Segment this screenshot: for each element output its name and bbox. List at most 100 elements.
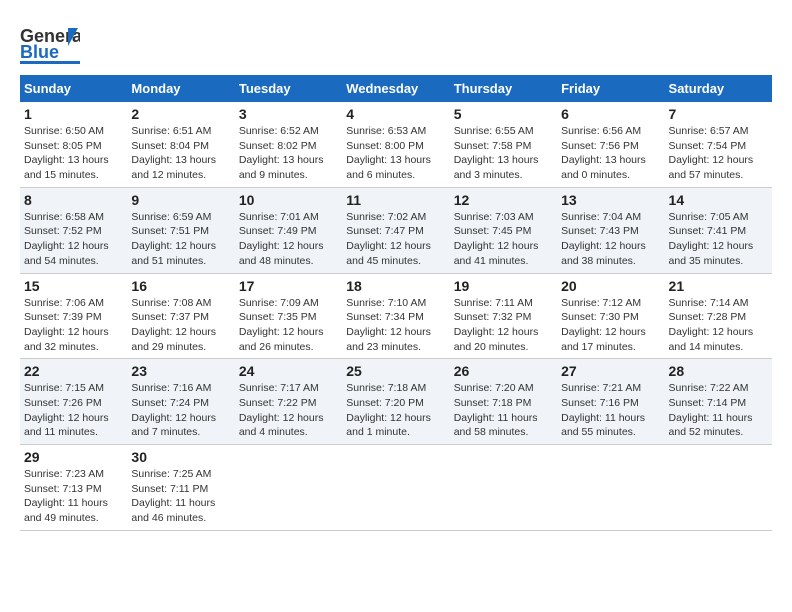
calendar-cell: 10 Sunrise: 7:01 AMSunset: 7:49 PMDayligh… bbox=[235, 187, 342, 273]
calendar-cell: 7 Sunrise: 6:57 AMSunset: 7:54 PMDaylight… bbox=[665, 102, 772, 187]
calendar-cell: 4Sunrise: 6:53 AMSunset: 8:00 PMDaylight… bbox=[342, 102, 449, 187]
calendar-cell: 22Sunrise: 7:15 AMSunset: 7:26 PMDayligh… bbox=[20, 359, 127, 445]
col-header-saturday: Saturday bbox=[665, 75, 772, 102]
calendar-cell: 18 Sunrise: 7:10 AMSunset: 7:34 PMDayligh… bbox=[342, 273, 449, 359]
calendar-cell: 19Sunrise: 7:11 AMSunset: 7:32 PMDayligh… bbox=[450, 273, 557, 359]
day-number: 3 bbox=[239, 106, 338, 122]
cell-details: Sunrise: 7:22 AMSunset: 7:14 PMDaylight:… bbox=[669, 381, 768, 440]
day-number: 15 bbox=[24, 278, 123, 294]
cell-details: Sunrise: 7:02 AMSunset: 7:47 PMDaylight:… bbox=[346, 210, 445, 269]
day-number: 8 bbox=[24, 192, 123, 208]
calendar-cell bbox=[557, 445, 664, 531]
cell-details: Sunrise: 6:51 AMSunset: 8:04 PMDaylight:… bbox=[131, 124, 230, 183]
calendar-cell: 9Sunrise: 6:59 AMSunset: 7:51 PMDaylight… bbox=[127, 187, 234, 273]
day-number: 29 bbox=[24, 449, 123, 465]
logo: General Blue bbox=[20, 20, 80, 65]
cell-details: Sunrise: 7:14 AMSunset: 7:28 PMDaylight:… bbox=[669, 296, 768, 355]
day-number: 25 bbox=[346, 363, 445, 379]
day-number: 1 bbox=[24, 106, 123, 122]
calendar-week-5: 29 Sunrise: 7:23 AMSunset: 7:13 PMDayligh… bbox=[20, 445, 772, 531]
calendar-cell: 8 Sunrise: 6:58 AMSunset: 7:52 PMDaylight… bbox=[20, 187, 127, 273]
calendar-cell: 20 Sunrise: 7:12 AMSunset: 7:30 PMDayligh… bbox=[557, 273, 664, 359]
cell-details: Sunrise: 6:57 AMSunset: 7:54 PMDaylight:… bbox=[669, 124, 768, 183]
calendar-cell: 15 Sunrise: 7:06 AMSunset: 7:39 PMDayligh… bbox=[20, 273, 127, 359]
day-number: 10 bbox=[239, 192, 338, 208]
cell-details: Sunrise: 7:11 AMSunset: 7:32 PMDaylight:… bbox=[454, 296, 553, 355]
calendar-cell: 24 Sunrise: 7:17 AMSunset: 7:22 PMDayligh… bbox=[235, 359, 342, 445]
day-number: 26 bbox=[454, 363, 553, 379]
day-number: 18 bbox=[346, 278, 445, 294]
day-number: 28 bbox=[669, 363, 768, 379]
cell-details: Sunrise: 7:08 AMSunset: 7:37 PMDaylight:… bbox=[131, 296, 230, 355]
day-number: 14 bbox=[669, 192, 768, 208]
day-number: 30 bbox=[131, 449, 230, 465]
col-header-sunday: Sunday bbox=[20, 75, 127, 102]
day-number: 7 bbox=[669, 106, 768, 122]
cell-details: Sunrise: 7:23 AMSunset: 7:13 PMDaylight:… bbox=[24, 467, 123, 526]
calendar-cell: 14 Sunrise: 7:05 AMSunset: 7:41 PMDayligh… bbox=[665, 187, 772, 273]
calendar-header-row: SundayMondayTuesdayWednesdayThursdayFrid… bbox=[20, 75, 772, 102]
calendar-table: SundayMondayTuesdayWednesdayThursdayFrid… bbox=[20, 75, 772, 531]
cell-details: Sunrise: 7:20 AMSunset: 7:18 PMDaylight:… bbox=[454, 381, 553, 440]
day-number: 17 bbox=[239, 278, 338, 294]
col-header-friday: Friday bbox=[557, 75, 664, 102]
calendar-week-1: 1 Sunrise: 6:50 AMSunset: 8:05 PMDaylight… bbox=[20, 102, 772, 187]
calendar-cell: 5 Sunrise: 6:55 AMSunset: 7:58 PMDaylight… bbox=[450, 102, 557, 187]
page-header: General Blue bbox=[20, 20, 772, 65]
day-number: 21 bbox=[669, 278, 768, 294]
calendar-cell bbox=[450, 445, 557, 531]
calendar-cell bbox=[342, 445, 449, 531]
day-number: 6 bbox=[561, 106, 660, 122]
cell-details: Sunrise: 6:55 AMSunset: 7:58 PMDaylight:… bbox=[454, 124, 553, 183]
cell-details: Sunrise: 7:17 AMSunset: 7:22 PMDaylight:… bbox=[239, 381, 338, 440]
svg-text:Blue: Blue bbox=[20, 42, 59, 62]
cell-details: Sunrise: 6:58 AMSunset: 7:52 PMDaylight:… bbox=[24, 210, 123, 269]
day-number: 16 bbox=[131, 278, 230, 294]
col-header-monday: Monday bbox=[127, 75, 234, 102]
day-number: 4 bbox=[346, 106, 445, 122]
calendar-week-4: 22Sunrise: 7:15 AMSunset: 7:26 PMDayligh… bbox=[20, 359, 772, 445]
cell-details: Sunrise: 7:18 AMSunset: 7:20 PMDaylight:… bbox=[346, 381, 445, 440]
calendar-cell: 30 Sunrise: 7:25 AMSunset: 7:11 PMDayligh… bbox=[127, 445, 234, 531]
day-number: 24 bbox=[239, 363, 338, 379]
calendar-cell: 17 Sunrise: 7:09 AMSunset: 7:35 PMDayligh… bbox=[235, 273, 342, 359]
calendar-cell bbox=[665, 445, 772, 531]
calendar-cell: 26 Sunrise: 7:20 AMSunset: 7:18 PMDayligh… bbox=[450, 359, 557, 445]
day-number: 12 bbox=[454, 192, 553, 208]
col-header-wednesday: Wednesday bbox=[342, 75, 449, 102]
cell-details: Sunrise: 7:15 AMSunset: 7:26 PMDaylight:… bbox=[24, 381, 123, 440]
col-header-tuesday: Tuesday bbox=[235, 75, 342, 102]
calendar-cell: 12 Sunrise: 7:03 AMSunset: 7:45 PMDayligh… bbox=[450, 187, 557, 273]
cell-details: Sunrise: 7:25 AMSunset: 7:11 PMDaylight:… bbox=[131, 467, 230, 526]
day-number: 11 bbox=[346, 192, 445, 208]
calendar-cell: 21 Sunrise: 7:14 AMSunset: 7:28 PMDayligh… bbox=[665, 273, 772, 359]
day-number: 23 bbox=[131, 363, 230, 379]
cell-details: Sunrise: 7:05 AMSunset: 7:41 PMDaylight:… bbox=[669, 210, 768, 269]
day-number: 27 bbox=[561, 363, 660, 379]
cell-details: Sunrise: 7:01 AMSunset: 7:49 PMDaylight:… bbox=[239, 210, 338, 269]
calendar-week-3: 15 Sunrise: 7:06 AMSunset: 7:39 PMDayligh… bbox=[20, 273, 772, 359]
cell-details: Sunrise: 6:56 AMSunset: 7:56 PMDaylight:… bbox=[561, 124, 660, 183]
cell-details: Sunrise: 7:16 AMSunset: 7:24 PMDaylight:… bbox=[131, 381, 230, 440]
day-number: 9 bbox=[131, 192, 230, 208]
cell-details: Sunrise: 7:09 AMSunset: 7:35 PMDaylight:… bbox=[239, 296, 338, 355]
col-header-thursday: Thursday bbox=[450, 75, 557, 102]
calendar-cell: 11 Sunrise: 7:02 AMSunset: 7:47 PMDayligh… bbox=[342, 187, 449, 273]
cell-details: Sunrise: 6:50 AMSunset: 8:05 PMDaylight:… bbox=[24, 124, 123, 183]
calendar-cell: 13 Sunrise: 7:04 AMSunset: 7:43 PMDayligh… bbox=[557, 187, 664, 273]
calendar-body: 1 Sunrise: 6:50 AMSunset: 8:05 PMDaylight… bbox=[20, 102, 772, 530]
cell-details: Sunrise: 7:21 AMSunset: 7:16 PMDaylight:… bbox=[561, 381, 660, 440]
calendar-cell: 25 Sunrise: 7:18 AMSunset: 7:20 PMDayligh… bbox=[342, 359, 449, 445]
cell-details: Sunrise: 7:06 AMSunset: 7:39 PMDaylight:… bbox=[24, 296, 123, 355]
day-number: 2 bbox=[131, 106, 230, 122]
cell-details: Sunrise: 7:10 AMSunset: 7:34 PMDaylight:… bbox=[346, 296, 445, 355]
calendar-cell: 6 Sunrise: 6:56 AMSunset: 7:56 PMDaylight… bbox=[557, 102, 664, 187]
cell-details: Sunrise: 7:12 AMSunset: 7:30 PMDaylight:… bbox=[561, 296, 660, 355]
cell-details: Sunrise: 7:03 AMSunset: 7:45 PMDaylight:… bbox=[454, 210, 553, 269]
calendar-cell: 23 Sunrise: 7:16 AMSunset: 7:24 PMDayligh… bbox=[127, 359, 234, 445]
day-number: 13 bbox=[561, 192, 660, 208]
cell-details: Sunrise: 7:04 AMSunset: 7:43 PMDaylight:… bbox=[561, 210, 660, 269]
calendar-cell bbox=[235, 445, 342, 531]
day-number: 20 bbox=[561, 278, 660, 294]
day-number: 5 bbox=[454, 106, 553, 122]
